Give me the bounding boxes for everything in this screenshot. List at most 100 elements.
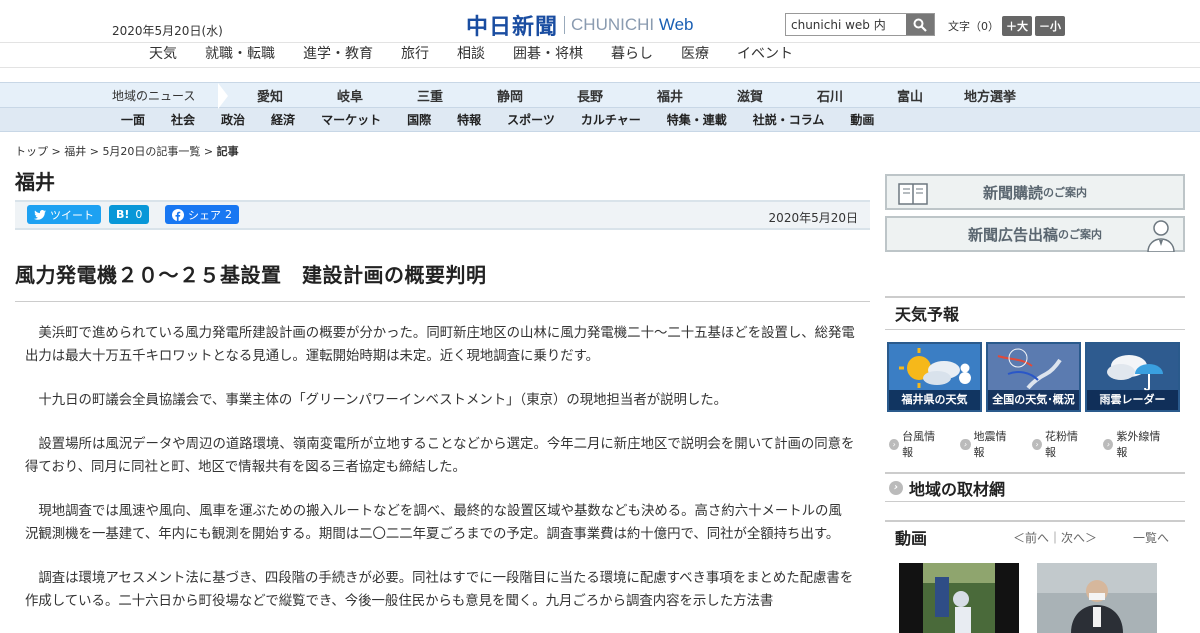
subscription-banner[interactable]: 新聞購読 のご案内 [885, 174, 1185, 210]
category-consult[interactable]: 相談 [443, 43, 499, 67]
weather-tiles: 福井県の天気 全国の天気･概況 雨雲レーダー [887, 342, 1180, 412]
region-nagano[interactable]: 長野 [550, 86, 630, 105]
tweet-button[interactable]: ツイート [27, 205, 101, 224]
facebook-icon [172, 208, 184, 221]
weather-tile-rain-radar-label: 雨雲レーダー [1087, 390, 1178, 410]
section-title: 福井 [15, 170, 55, 194]
category-education[interactable]: 進学・教育 [289, 43, 387, 67]
earthquake-info-link[interactable]: › 地震情報 [960, 428, 1022, 460]
twitter-bird-icon [34, 209, 46, 220]
video-list-link[interactable]: 一覧へ [1133, 529, 1169, 546]
font-smaller-button[interactable]: －小 [1035, 16, 1065, 36]
article-paragraph: 十九日の町議会全員協議会で、事業主体の「グリーンパワーインベストメント」（東京）… [38, 393, 728, 408]
breadcrumb-separator: > [86, 145, 103, 158]
genre-special-report[interactable]: 特報 [444, 111, 494, 128]
newspaper-reading-icon [898, 183, 928, 205]
logo-english: CHUNICHI Web [571, 15, 694, 35]
video-thumbnail[interactable] [899, 563, 1019, 633]
category-medical[interactable]: 医療 [667, 43, 723, 67]
breadcrumb-date-list[interactable]: 5月20日の記事一覧 [102, 145, 200, 158]
article-headline: 風力発電機２０～２５基設置 建設計画の概要判明 [15, 259, 870, 302]
nav-spacer [0, 68, 1200, 82]
region-gifu[interactable]: 岐阜 [310, 86, 390, 105]
genre-international[interactable]: 国際 [394, 111, 444, 128]
genre-politics[interactable]: 政治 [208, 111, 258, 128]
advertising-banner[interactable]: 新聞広告出稿 のご案内 [885, 216, 1185, 252]
article-paragraph: 現地調査では風速や風向、風車を運ぶための搬入ルートなどを調べ、最終的な設置区域や… [25, 504, 842, 542]
font-size-control: 文字（0） ＋大 －小 [948, 16, 1065, 36]
regional-network-label: 地域の取材網 [909, 479, 1006, 499]
region-local-election[interactable]: 地方選挙 [950, 86, 1030, 105]
video-section-title: 動画 [895, 529, 928, 548]
advertising-banner-text: 新聞広告出稿 [967, 225, 1058, 244]
subscription-banner-text: 新聞購読 [982, 183, 1043, 202]
region-mie[interactable]: 三重 [390, 86, 470, 105]
video-still-press [1037, 563, 1157, 633]
category-living[interactable]: 暮らし [597, 43, 667, 67]
search-button[interactable] [906, 14, 934, 35]
umbrella-cloud-icon [1107, 355, 1163, 392]
genre-society[interactable]: 社会 [158, 111, 208, 128]
person-icon [1147, 220, 1175, 252]
region-shizuoka[interactable]: 静岡 [470, 86, 550, 105]
category-travel[interactable]: 旅行 [387, 43, 443, 67]
video-still-outdoor [899, 563, 1019, 633]
region-fukui[interactable]: 福井 [630, 86, 710, 105]
pollen-info-link[interactable]: › 花粉情報 [1031, 428, 1094, 460]
breadcrumb-current: 記事 [216, 145, 239, 158]
breadcrumb-fukui[interactable]: 福井 [64, 145, 86, 158]
search-input[interactable] [786, 14, 906, 35]
genre-market[interactable]: マーケット [308, 111, 394, 128]
category-weather[interactable]: 天気 [135, 43, 191, 67]
weather-tile-rain-radar[interactable]: 雨雲レーダー [1085, 342, 1180, 412]
tweet-label: ツイート [50, 208, 94, 222]
regional-network-link[interactable]: › 地域の取材網 [885, 472, 1185, 502]
region-shiga[interactable]: 滋賀 [710, 86, 790, 105]
article-date: 2020年5月20日 [768, 211, 858, 225]
top-header: 2020年5月20日(水) 中日新聞 CHUNICHI Web 文字（0） ＋大… [0, 0, 1200, 42]
genre-editorial[interactable]: 社説・コラム [740, 111, 838, 128]
hatena-icon: B! [116, 208, 130, 221]
font-bigger-button[interactable]: ＋大 [1002, 16, 1032, 36]
region-aichi[interactable]: 愛知 [230, 86, 310, 105]
breadcrumb-top[interactable]: トップ [15, 145, 48, 158]
article-paragraph: 美浜町で進められている風力発電所建設計画の概要が分かった。同町新庄地区の山林に風… [25, 326, 855, 364]
genre-front[interactable]: 一面 [108, 111, 158, 128]
subscription-banner-sub: のご案内 [1043, 186, 1087, 199]
video-section-header: 動画 ＜前へ｜次へ＞ 一覧へ [885, 520, 1185, 552]
logo-japanese: 中日新聞 [466, 15, 559, 40]
hatena-bookmark-button[interactable]: B! 0 [109, 205, 150, 224]
site-logo[interactable]: 中日新聞 CHUNICHI Web [466, 9, 694, 41]
facebook-share-button[interactable]: シェア 2 [165, 205, 239, 224]
region-ishikawa[interactable]: 石川 [790, 86, 870, 105]
logo-english-web: Web [658, 15, 694, 34]
typhoon-info-link[interactable]: › 台風情報 [889, 428, 951, 460]
font-size-label: 文字（0） [948, 20, 999, 33]
category-event[interactable]: イベント [723, 43, 807, 67]
facebook-share-label: シェア [188, 208, 221, 222]
breadcrumb: トップ > 福井 > 5月20日の記事一覧 > 記事 [15, 143, 239, 159]
earthquake-info-label: 地震情報 [973, 430, 1007, 459]
weather-section-title: 天気予報 [885, 296, 1185, 330]
weather-map-icon [988, 344, 1079, 394]
genre-culture[interactable]: カルチャー [568, 111, 654, 128]
video-thumbnail[interactable] [1037, 563, 1157, 633]
category-jobs[interactable]: 就職・転職 [191, 43, 289, 67]
weather-tile-fukui[interactable]: 福井県の天気 [887, 342, 982, 412]
genre-economy[interactable]: 経済 [258, 111, 308, 128]
weather-links: › 台風情報 › 地震情報 › 花粉情報 › 紫外線情報 [889, 428, 1185, 460]
weather-tile-national[interactable]: 全国の天気･概況 [986, 342, 1081, 412]
uv-info-link[interactable]: › 紫外線情報 [1103, 428, 1176, 460]
pollen-info-label: 花粉情報 [1044, 430, 1078, 459]
arrow-bullet-icon: › [889, 480, 903, 495]
genre-sports[interactable]: スポーツ [494, 111, 568, 128]
genre-video[interactable]: 動画 [837, 111, 887, 128]
article-paragraph: 調査は環境アセスメント法に基づき、四段階の手続きが必要。同社はすでに一段階目に当… [25, 571, 854, 609]
sun-cloud-icon [899, 348, 971, 388]
video-prev-next[interactable]: ＜前へ｜次へ＞ [1013, 529, 1097, 546]
advertising-banner-sub: のご案内 [1058, 228, 1102, 241]
genre-features[interactable]: 特集・連載 [654, 111, 740, 128]
breadcrumb-separator: > [200, 145, 217, 158]
category-igo-shogi[interactable]: 囲碁・将棋 [499, 43, 597, 67]
region-toyama[interactable]: 富山 [870, 86, 950, 105]
